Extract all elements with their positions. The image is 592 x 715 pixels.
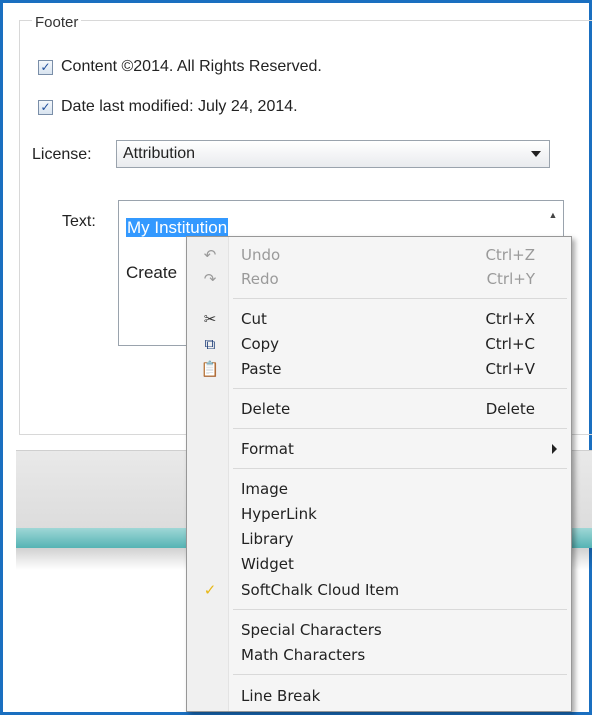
menu-item-label: Paste bbox=[241, 360, 282, 378]
menu-item-math-characters[interactable]: Math Characters bbox=[187, 642, 571, 668]
menu-item-special-characters[interactable]: Special Characters bbox=[187, 617, 571, 643]
date-checkbox-row[interactable]: ✓ Date last modified: July 24, 2014. bbox=[38, 96, 298, 118]
menu-item-label: Special Characters bbox=[241, 621, 382, 639]
menu-separator bbox=[233, 468, 567, 469]
chevron-down-icon bbox=[531, 151, 541, 157]
text-label: Text: bbox=[62, 213, 96, 230]
menu-item-shortcut: Ctrl+X bbox=[485, 310, 535, 328]
menu-item-shortcut: Ctrl+Z bbox=[485, 246, 535, 264]
menu-item-delete[interactable]: Delete Delete bbox=[187, 396, 571, 422]
menu-item-shortcut: Ctrl+V bbox=[485, 360, 535, 378]
text-line-2: Create bbox=[126, 263, 178, 282]
context-menu: ↶ Undo Ctrl+Z ↷ Redo Ctrl+Y ✂ Cut Ctrl+X… bbox=[186, 236, 572, 712]
menu-item-hyperlink[interactable]: HyperLink bbox=[187, 501, 571, 527]
scissors-icon: ✂ bbox=[203, 310, 217, 328]
menu-item-label: Format bbox=[241, 440, 294, 458]
menu-item-label: Copy bbox=[241, 335, 280, 353]
menu-separator bbox=[233, 388, 567, 389]
menu-separator bbox=[233, 609, 567, 610]
license-select-value: Attribution bbox=[123, 145, 196, 162]
menu-separator bbox=[233, 674, 567, 675]
menu-item-label: Cut bbox=[241, 310, 267, 328]
menu-item-label: Delete bbox=[241, 400, 291, 418]
submenu-arrow-icon bbox=[552, 444, 557, 454]
text-line-1: My Institution bbox=[126, 218, 229, 237]
menu-item-shortcut: Ctrl+Y bbox=[486, 270, 535, 288]
scroll-up-arrow-icon[interactable]: ▲ bbox=[543, 201, 563, 229]
content-checkbox-label: Content ©2014. All Rights Reserved. bbox=[61, 58, 322, 75]
license-select[interactable]: Attribution bbox=[116, 140, 550, 168]
date-checkbox[interactable]: ✓ bbox=[38, 99, 53, 115]
menu-item-line-break[interactable]: Line Break bbox=[187, 683, 571, 709]
content-checkbox-row[interactable]: ✓ Content ©2014. All Rights Reserved. bbox=[38, 56, 322, 78]
menu-item-shortcut: Delete bbox=[485, 400, 535, 418]
menu-item-label: Line Break bbox=[241, 687, 321, 705]
selected-text: My Institution bbox=[126, 218, 229, 237]
paste-icon: 📋 bbox=[200, 360, 220, 378]
redo-icon: ↷ bbox=[203, 270, 217, 288]
menu-item-label: Math Characters bbox=[241, 646, 366, 664]
menu-item-cut[interactable]: ✂ Cut Ctrl+X bbox=[187, 306, 571, 332]
menu-item-library[interactable]: Library bbox=[187, 526, 571, 552]
menu-item-undo[interactable]: ↶ Undo Ctrl+Z bbox=[187, 242, 571, 268]
menu-item-label: Image bbox=[241, 480, 288, 498]
menu-item-redo[interactable]: ↷ Redo Ctrl+Y bbox=[187, 266, 571, 292]
menu-item-copy[interactable]: ⧉ Copy Ctrl+C bbox=[187, 331, 571, 357]
menu-item-softchalk-cloud[interactable]: ✓ SoftChalk Cloud Item bbox=[187, 577, 571, 603]
menu-item-label: HyperLink bbox=[241, 505, 317, 523]
menu-item-format[interactable]: Format bbox=[187, 436, 571, 462]
menu-item-label: Undo bbox=[241, 246, 281, 264]
content-checkbox[interactable]: ✓ bbox=[38, 59, 53, 75]
menu-item-label: Library bbox=[241, 530, 294, 548]
menu-item-label: Widget bbox=[241, 555, 294, 573]
license-label: License: bbox=[32, 146, 92, 163]
menu-item-paste[interactable]: 📋 Paste Ctrl+V bbox=[187, 356, 571, 382]
checkmark-icon: ✓ bbox=[203, 581, 217, 599]
menu-item-shortcut: Ctrl+C bbox=[485, 335, 535, 353]
undo-icon: ↶ bbox=[203, 246, 217, 264]
menu-item-label: SoftChalk Cloud Item bbox=[241, 581, 400, 599]
copy-icon: ⧉ bbox=[204, 335, 216, 353]
menu-item-image[interactable]: Image bbox=[187, 476, 571, 502]
date-checkbox-label: Date last modified: July 24, 2014. bbox=[61, 98, 298, 115]
menu-separator bbox=[233, 298, 567, 299]
menu-item-label: Redo bbox=[241, 270, 279, 288]
menu-item-widget[interactable]: Widget bbox=[187, 551, 571, 577]
footer-legend: Footer bbox=[32, 14, 82, 31]
menu-separator bbox=[233, 428, 567, 429]
